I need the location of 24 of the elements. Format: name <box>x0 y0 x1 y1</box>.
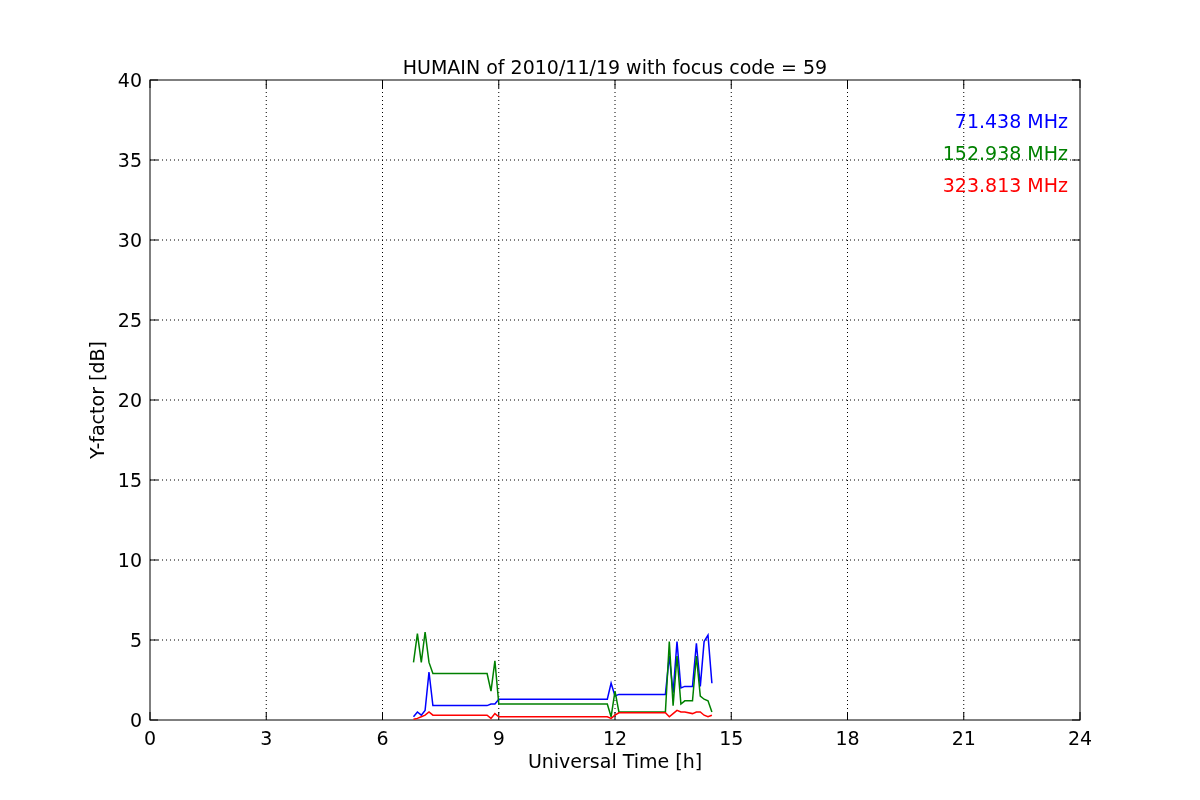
x-tick-label: 3 <box>260 727 273 749</box>
y-tick-label: 25 <box>117 309 142 331</box>
y-tick-label: 5 <box>129 629 142 651</box>
y-tick-label: 20 <box>117 389 142 411</box>
y-tick-label: 30 <box>117 229 142 251</box>
x-tick-label: 6 <box>376 727 389 749</box>
y-axis-label: Y-factor [dB] <box>86 341 108 459</box>
x-tick-label: 21 <box>951 727 976 749</box>
x-tick-label: 12 <box>602 727 628 749</box>
x-tick-label: 9 <box>492 727 505 749</box>
y-tick-label: 15 <box>117 469 142 491</box>
legend-label: 152.938 MHz <box>942 142 1068 164</box>
legend-label: 323.813 MHz <box>942 174 1068 196</box>
x-axis-label: Universal Time [h] <box>527 750 703 772</box>
x-tick-label: 18 <box>835 727 860 749</box>
x-tick-label: 15 <box>719 727 744 749</box>
legend-label: 71.438 MHz <box>954 110 1068 132</box>
y-tick-label: 40 <box>117 69 142 91</box>
x-tick-label: 0 <box>143 727 157 749</box>
y-tick-label: 0 <box>129 709 142 731</box>
chart-title: HUMAIN of 2010/11/19 with focus code = 59 <box>402 56 828 78</box>
y-tick-label: 10 <box>117 549 142 571</box>
y-tick-label: 35 <box>117 149 142 171</box>
x-tick-label: 24 <box>1067 727 1093 749</box>
